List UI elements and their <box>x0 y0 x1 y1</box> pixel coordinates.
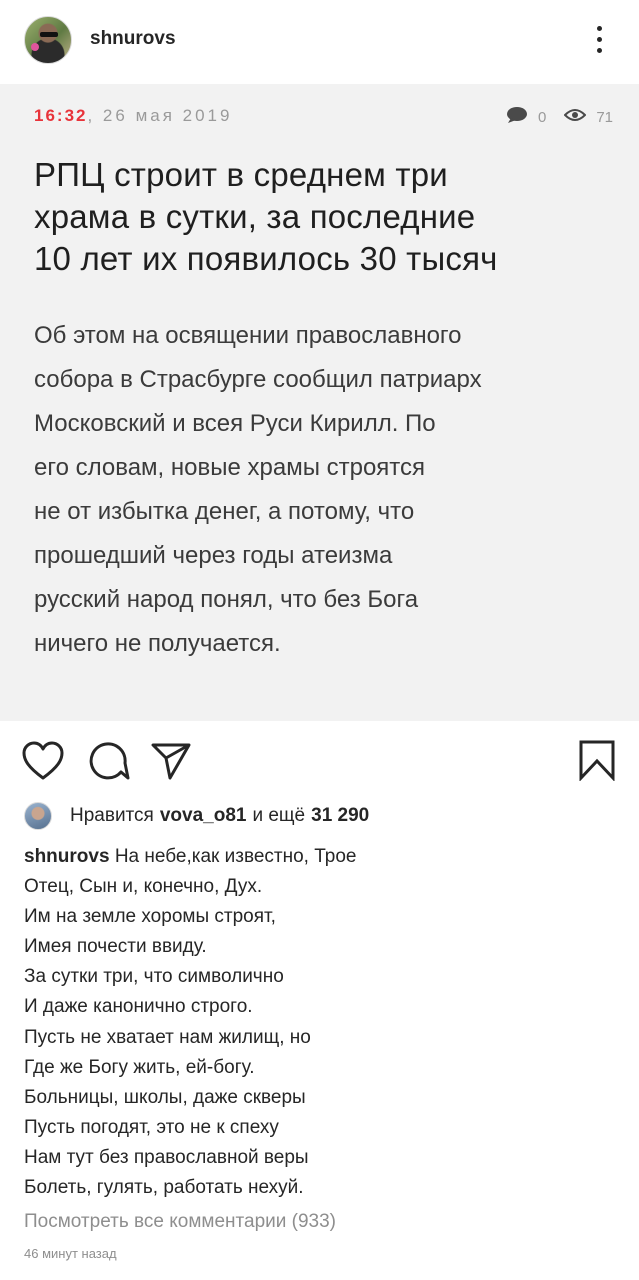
eye-icon <box>563 108 587 126</box>
lead-line: собора в Страсбурге сообщил патриарх <box>34 366 482 393</box>
likes-prefix: Нравится <box>70 805 154 826</box>
caption-line: Отец, Сын и, конечно, Дух. <box>24 876 263 898</box>
heart-icon[interactable] <box>22 741 64 786</box>
liker-avatar <box>24 802 52 830</box>
post-caption: shnurovs На небе,как известно, Трое Отец… <box>24 842 624 1203</box>
lead-line: прошедший через годы атеизма <box>34 542 393 569</box>
paper-plane-icon[interactable] <box>150 741 192 786</box>
headline-line: храма в сутки, за последние <box>34 198 476 235</box>
avatar-glasses <box>40 32 58 37</box>
view-all-comments-link[interactable]: Посмотреть все комментарии (933) <box>24 1211 336 1233</box>
comment-icon[interactable] <box>88 741 130 786</box>
news-lead: Об этом на освящении православного собор… <box>34 314 619 666</box>
caption-line: Им на земле хоромы строят, <box>24 906 276 928</box>
caption-line: И даже канонично строго. <box>24 996 253 1018</box>
likes-summary[interactable]: Нравится vova_o81 и ещё 31 290 <box>24 800 369 832</box>
post-header: shnurovs <box>0 0 639 84</box>
caption-username[interactable]: shnurovs <box>24 846 110 867</box>
news-stats: 0 71 <box>506 106 613 128</box>
caption-first-line: shnurovs На небе,как известно, Трое <box>24 842 624 872</box>
post-timestamp: 46 минут назад <box>24 1246 117 1261</box>
news-comments-count: 0 <box>537 108 547 126</box>
news-headline: РПЦ строит в среднем три храма в сутки, … <box>34 154 614 280</box>
lead-line: Московский и всея Руси Кирилл. По <box>34 410 436 437</box>
speech-bubble-icon <box>506 106 528 128</box>
post-image[interactable]: 16:32, 26 мая 2019 0 71 РПЦ строит в сре… <box>0 84 639 721</box>
news-date: , 26 мая 2019 <box>87 106 233 125</box>
lead-line: русский народ понял, что без Бога <box>34 586 419 613</box>
caption-line: За сутки три, что символично <box>24 966 284 988</box>
user-avatar[interactable] <box>24 16 72 64</box>
lead-line: не от избытка денег, а потому, что <box>34 498 415 525</box>
lead-line: Об этом на освящении православного <box>34 322 462 349</box>
more-vertical-icon[interactable] <box>589 24 609 56</box>
caption-line: Имея почести ввиду. <box>24 936 207 958</box>
likes-middle: и ещё <box>252 805 306 826</box>
headline-line: РПЦ строит в среднем три <box>34 156 448 193</box>
caption-line: Болеть, гулять, работать нехуй. <box>24 1177 304 1199</box>
caption-line: На небе,как известно, Трое <box>114 846 357 867</box>
caption-line: Больницы, школы, даже скверы <box>24 1086 306 1108</box>
caption-line: Пусть погодят, это не к спеху <box>24 1116 279 1138</box>
lead-line: ничего не получается. <box>34 630 281 657</box>
lead-line: его словам, новые храмы строятся <box>34 454 426 481</box>
likes-user[interactable]: vova_o81 <box>160 805 247 827</box>
likes-count[interactable]: 31 290 <box>311 805 369 827</box>
post-actions <box>0 721 639 799</box>
caption-line: Пусть не хватает нам жилищ, но <box>24 1026 311 1048</box>
caption-line: Нам тут без православной веры <box>24 1146 309 1168</box>
news-time: 16:32 <box>34 106 88 125</box>
headline-line: 10 лет их появилось 30 тысяч <box>34 240 498 277</box>
post-username[interactable]: shnurovs <box>90 28 176 50</box>
caption-line: Где же Богу жить, ей-богу. <box>24 1056 255 1078</box>
avatar-flower <box>31 43 39 51</box>
news-views-count: 71 <box>596 108 613 126</box>
bookmark-icon[interactable] <box>578 739 616 786</box>
news-meta: 16:32, 26 мая 2019 <box>34 106 232 126</box>
